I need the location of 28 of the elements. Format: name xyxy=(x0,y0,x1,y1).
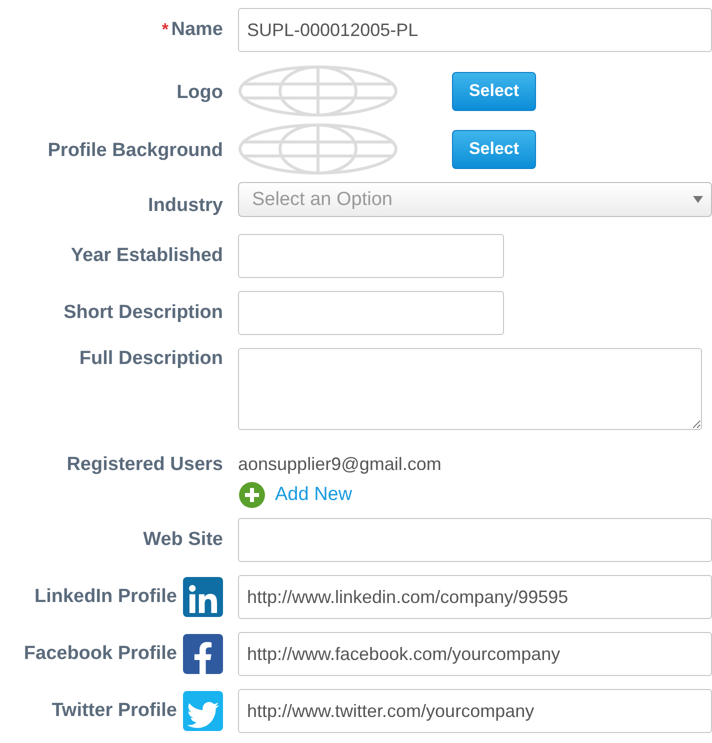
text-input[interactable] xyxy=(238,234,504,278)
field-label: *Name xyxy=(162,19,223,41)
text-input[interactable] xyxy=(238,291,504,335)
text-input[interactable]: http://www.twitter.com/yourcompany xyxy=(238,689,712,733)
twitter-icon xyxy=(183,691,223,731)
text-input[interactable]: SUPL-000012005-PL xyxy=(238,8,712,52)
user-email: aonsupplier9@gmail.com xyxy=(238,454,442,475)
textarea-field[interactable] xyxy=(238,348,702,430)
field-label: Year Established xyxy=(70,245,223,267)
field-label: Facebook Profile xyxy=(24,643,177,665)
field-label: LinkedIn Profile xyxy=(34,586,177,608)
field-label: Profile Background xyxy=(48,140,223,162)
field-label: Industry xyxy=(148,194,223,216)
text-input[interactable]: http://www.facebook.com/yourcompany xyxy=(238,632,712,676)
caret-icon xyxy=(693,196,703,203)
text-input[interactable] xyxy=(238,518,712,562)
linkedin-icon xyxy=(183,577,223,617)
field-label: Logo xyxy=(176,82,223,104)
globe-placeholder-icon xyxy=(238,123,398,175)
field-label: Full Description xyxy=(79,348,223,370)
field-label: Short Description xyxy=(64,302,223,324)
field-label: Registered Users xyxy=(66,454,223,476)
field-label: Twitter Profile xyxy=(52,700,177,722)
globe-placeholder-icon xyxy=(238,65,398,117)
field-label: Web Site xyxy=(143,529,223,551)
text-input[interactable]: http://www.linkedin.com/company/99595 xyxy=(238,575,712,619)
add-icon xyxy=(238,481,266,509)
facebook-icon xyxy=(183,634,223,674)
